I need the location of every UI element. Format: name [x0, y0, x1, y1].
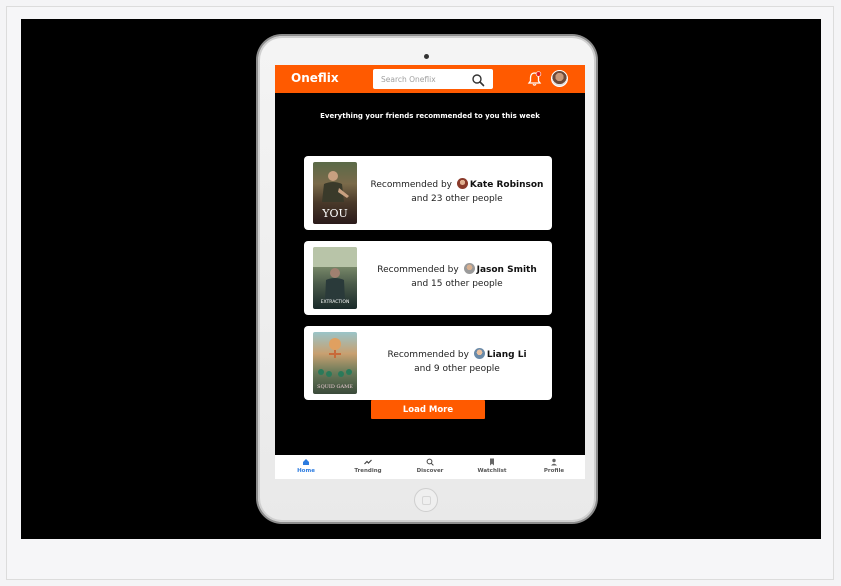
poster-image: EXTRACTION — [313, 247, 357, 309]
nav-item-home[interactable]: Home — [275, 455, 337, 479]
nav-label: Home — [297, 468, 315, 474]
home-icon — [303, 459, 309, 465]
friend-name[interactable]: Jason Smith — [477, 265, 537, 275]
nav-label: Trending — [354, 468, 382, 474]
nav-item-discover[interactable]: Discover — [399, 455, 461, 479]
page-headline: Everything your friends recommended to y… — [320, 112, 540, 120]
mockup-stage: Oneflix Everything your friends recommen… — [21, 19, 821, 539]
search-input[interactable] — [373, 69, 469, 89]
poster-image: SQUID GAME — [313, 332, 357, 394]
tablet-device: Oneflix Everything your friends recommen… — [258, 36, 596, 522]
search-icon — [426, 458, 434, 466]
device-home-button[interactable] — [414, 488, 438, 512]
recommendation-text: Recommended by Liang Li and 9 other peop… — [364, 348, 550, 376]
bookmark-icon — [490, 458, 494, 466]
user-icon — [551, 458, 557, 466]
top-bar: Oneflix — [275, 65, 585, 93]
friend-avatar — [456, 178, 468, 189]
others-count: and 9 other people — [414, 364, 500, 374]
bottom-nav: Home Trending Discover Watchlist Profile — [275, 455, 585, 479]
nav-item-profile[interactable]: Profile — [523, 455, 585, 479]
friend-name[interactable]: Liang Li — [487, 350, 527, 360]
user-avatar[interactable] — [551, 70, 568, 87]
poster-title: EXTRACTION — [320, 300, 350, 305]
recommendation-text: Recommended by Kate Robinson and 23 othe… — [364, 178, 550, 206]
nav-label: Watchlist — [477, 468, 507, 474]
friend-avatar — [463, 263, 475, 274]
nav-label: Profile — [543, 468, 565, 474]
load-more-button[interactable]: Load More — [371, 400, 485, 419]
bell-icon[interactable] — [527, 71, 542, 87]
recommendation-text: Recommended by Jason Smith and 15 other … — [364, 263, 550, 291]
app-screen: Oneflix Everything your friends recommen… — [275, 65, 585, 479]
others-count: and 15 other people — [411, 279, 503, 289]
friend-name[interactable]: Kate Robinson — [470, 180, 544, 190]
recommendation-card[interactable]: YOU Recommended by Kate Robinson and 23 … — [304, 156, 552, 230]
poster-title: YOU — [322, 207, 348, 220]
recommendation-card[interactable]: SQUID GAME Recommended by Liang Li and 9… — [304, 326, 552, 400]
recommended-by-label: Recommended by — [370, 180, 452, 190]
search-box[interactable] — [373, 69, 493, 89]
recommended-by-label: Recommended by — [377, 265, 459, 275]
recommended-by-label: Recommended by — [387, 350, 469, 360]
others-count: and 23 other people — [411, 194, 503, 204]
trending-icon — [364, 459, 372, 465]
search-icon[interactable] — [471, 73, 485, 87]
friend-avatar — [473, 348, 485, 359]
poster-image: YOU — [313, 162, 357, 224]
brand-logo[interactable]: Oneflix — [291, 71, 339, 85]
nav-item-trending[interactable]: Trending — [337, 455, 399, 479]
nav-item-watchlist[interactable]: Watchlist — [461, 455, 523, 479]
camera-icon — [424, 54, 429, 59]
nav-label: Discover — [416, 468, 444, 474]
recommendation-card[interactable]: EXTRACTION Recommended by Jason Smith an… — [304, 241, 552, 315]
poster-title: SQUID GAME — [317, 384, 353, 390]
